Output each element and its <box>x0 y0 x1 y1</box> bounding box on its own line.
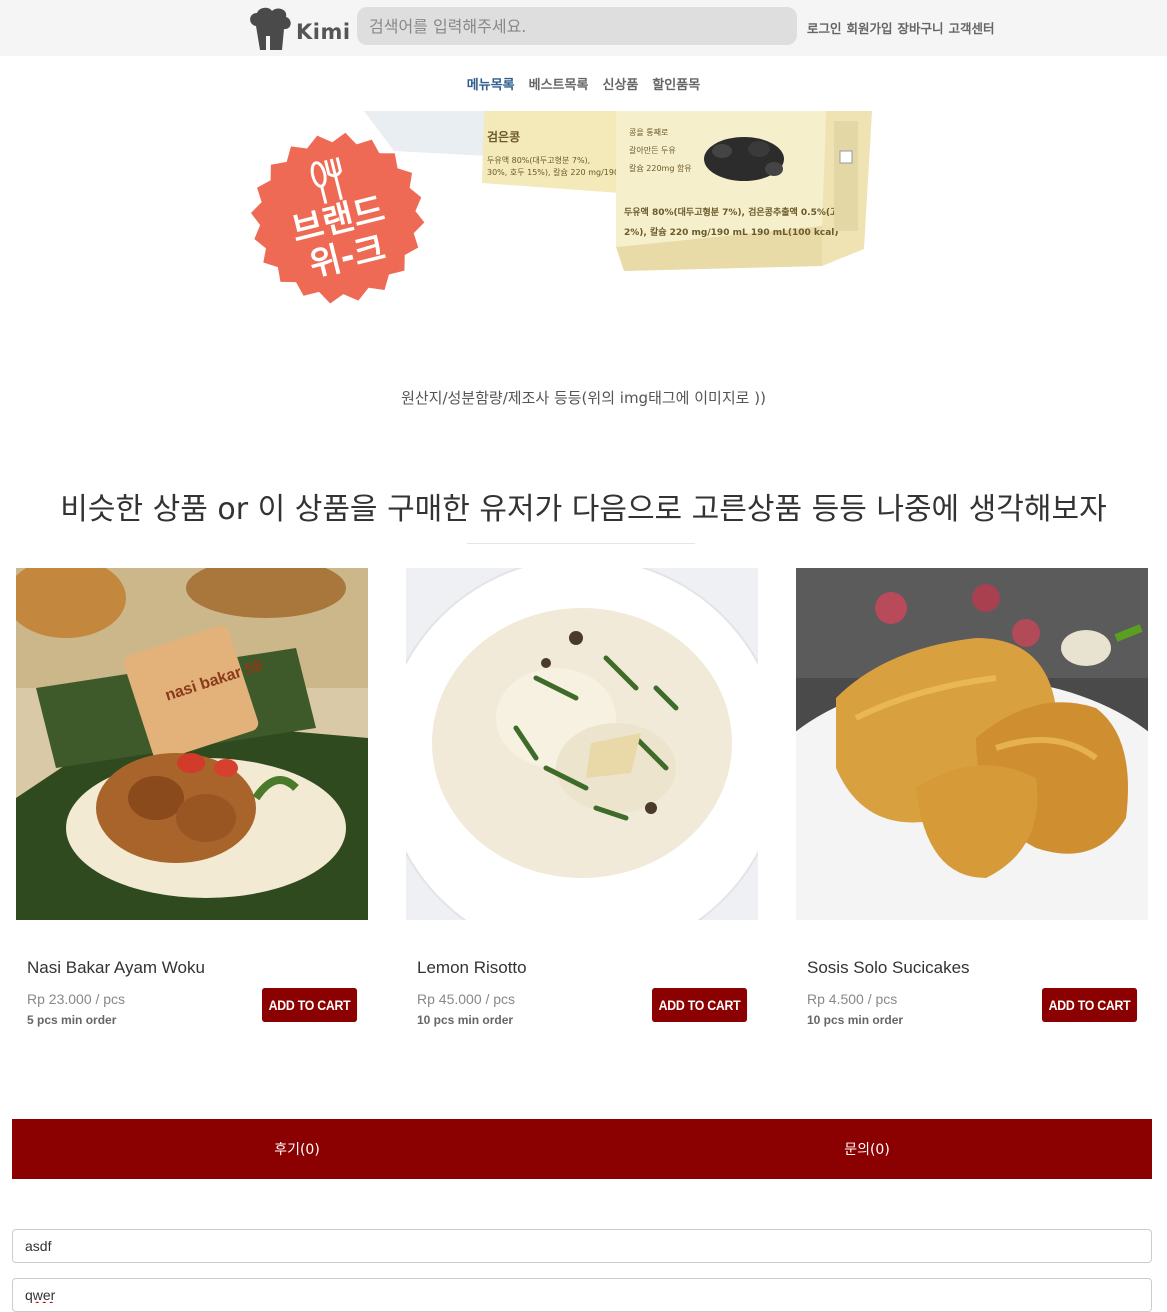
product-price: Rp 4.500 / pcs <box>807 991 898 1007</box>
add-to-cart-button[interactable]: ADD TO CART <box>652 988 748 1022</box>
tab-reviews[interactable]: 후기(0) <box>12 1119 582 1179</box>
product-name[interactable]: Nasi Bakar Ayam Woku <box>27 958 205 978</box>
review-field-2[interactable] <box>12 1278 1152 1312</box>
origin-info: 원산지/성분함량/제조사 등등(위의 img태그에 이미지로 )) <box>401 389 766 407</box>
svg-text:칼슘 220mg 함유: 칼슘 220mg 함유 <box>629 164 692 173</box>
product-price: Rp 45.000 / pcs <box>417 991 516 1007</box>
logo-text: Kimi <box>296 20 351 44</box>
category-nav: 메뉴목록 베스트목록 신상품 할인품목 <box>0 74 1167 93</box>
svg-text:갈아만든 두유: 갈아만든 두유 <box>629 145 676 155</box>
product-card: Lemon Risotto Rp 45.000 / pcs 10 pcs min… <box>406 568 758 1027</box>
review-field-1[interactable] <box>12 1229 1152 1263</box>
cart-link[interactable]: 장바구니 <box>898 18 944 37</box>
svg-text:30%, 호두 15%), 칼슘 220 mg/190 mL: 30%, 호두 15%), 칼슘 220 mg/190 mL <box>487 168 634 177</box>
svg-text:두유액 80%(대두고형분 7%),: 두유액 80%(대두고형분 7%), <box>487 155 590 165</box>
banner-image: 검은콩 두유액 80%(대두고형분 7%), 30%, 호두 15%), 칼슘 … <box>250 111 872 304</box>
logo[interactable]: Kimi <box>246 6 352 52</box>
product-min-order: 10 pcs min order <box>417 1013 514 1027</box>
nav-sale-items[interactable]: 할인품목 <box>652 74 700 93</box>
nav-menu-list[interactable]: 메뉴목록 <box>467 74 515 93</box>
section-title: 비슷한 상품 or 이 상품을 구매한 유저가 다음으로 고른상품 등등 나중에… <box>60 492 1107 527</box>
login-link[interactable]: 로그인 <box>807 18 842 37</box>
sosis-solo-photo <box>796 568 1148 920</box>
customer-center-link[interactable]: 고객센터 <box>949 18 995 37</box>
svg-text:두유액 80%(대두고형분 7%), 검은콩추출액 0.5%: 두유액 80%(대두고형분 7%), 검은콩추출액 0.5%(고형분 <box>624 206 855 218</box>
add-to-cart-button[interactable]: ADD TO CART <box>262 988 358 1022</box>
product-image[interactable] <box>796 568 1148 920</box>
product-card: Sosis Solo Sucicakes Rp 4.500 / pcs 10 p… <box>796 568 1148 1027</box>
nasi-bakar-photo: nasi bakar 58 <box>16 568 368 920</box>
product-min-order: 10 pcs min order <box>807 1013 904 1027</box>
product-card: nasi bakar 58 Nasi Bakar Ayam Woku Rp 23… <box>16 568 368 1027</box>
tab-inquiries[interactable]: 문의(0) <box>582 1119 1152 1179</box>
top-links: 로그인 회원가입 장바구니 고객센터 <box>807 18 995 37</box>
product-image[interactable] <box>406 568 758 920</box>
search-input[interactable] <box>357 7 797 45</box>
top-bar: Kimi 로그인 회원가입 장바구니 고객센터 <box>0 0 1167 56</box>
product-image[interactable]: nasi bakar 58 <box>16 568 368 920</box>
risotto-photo <box>406 568 758 920</box>
title-divider <box>467 543 695 544</box>
chef-hat-icon <box>250 7 291 50</box>
product-name[interactable]: Sosis Solo Sucicakes <box>807 958 970 978</box>
product-banner: 검은콩 두유액 80%(대두고형분 7%), 30%, 호두 15%), 칼슘 … <box>244 111 876 316</box>
signup-link[interactable]: 회원가입 <box>847 18 893 37</box>
product-name[interactable]: Lemon Risotto <box>417 958 527 978</box>
svg-text:검은콩: 검은콩 <box>487 129 520 144</box>
product-price: Rp 23.000 / pcs <box>27 991 126 1007</box>
svg-text:콩을 통째로: 콩을 통째로 <box>629 128 668 137</box>
product-min-order: 5 pcs min order <box>27 1013 117 1027</box>
svg-text:2%), 칼슘 220 mg/190 mL 190 mL(: 2%), 칼슘 220 mg/190 mL 190 mL(100 kcal) <box>624 226 839 238</box>
nav-best-list[interactable]: 베스트목록 <box>529 74 589 93</box>
add-to-cart-button[interactable]: ADD TO CART <box>1042 988 1138 1022</box>
nav-new-products[interactable]: 신상품 <box>602 74 638 93</box>
review-inquiry-tabs: 후기(0) 문의(0) <box>12 1119 1152 1179</box>
